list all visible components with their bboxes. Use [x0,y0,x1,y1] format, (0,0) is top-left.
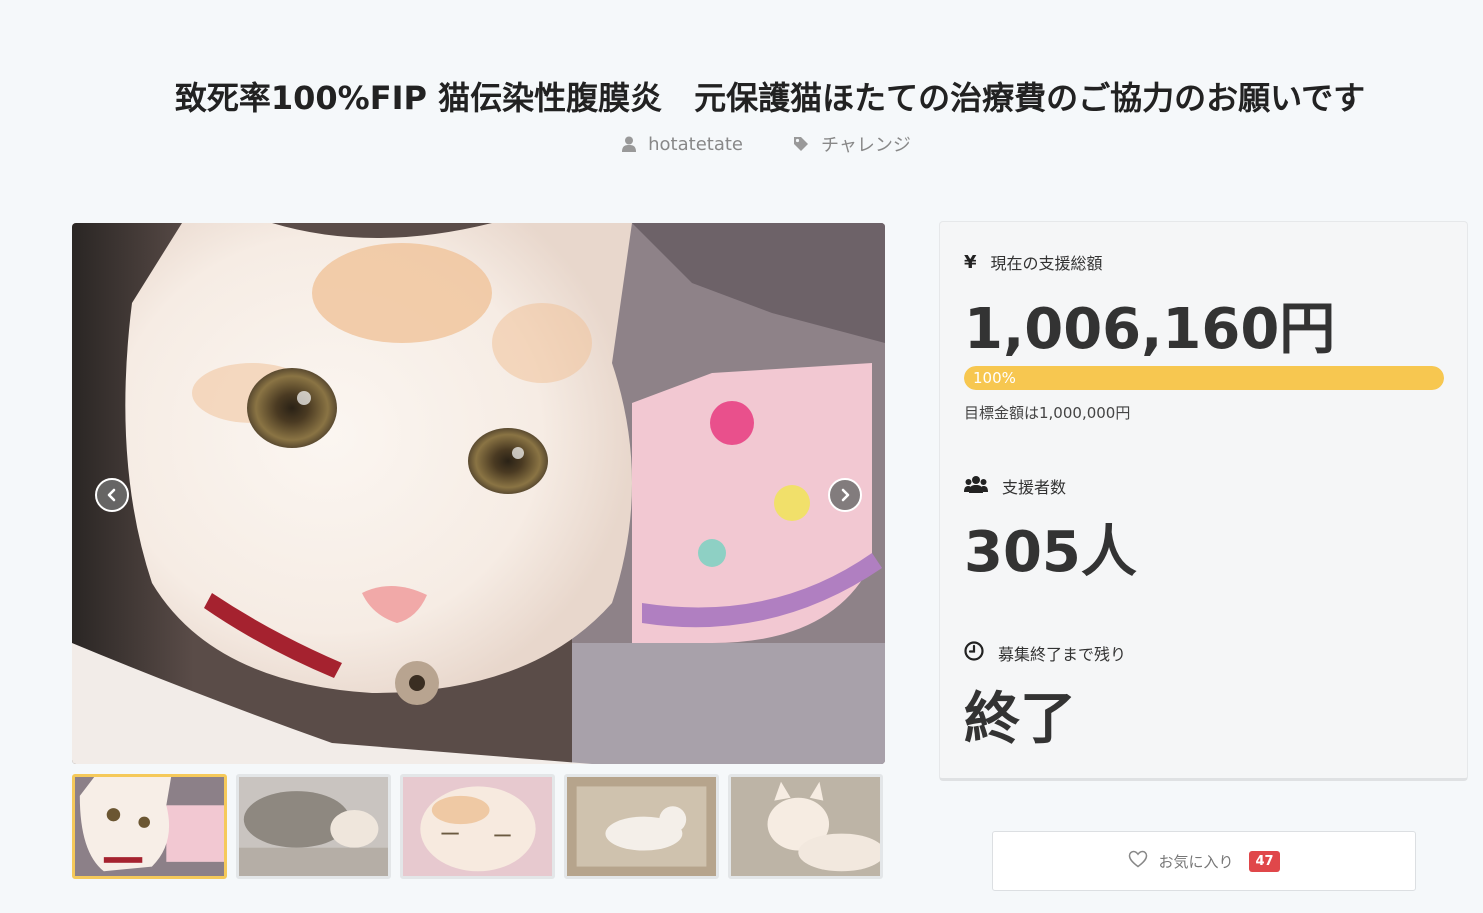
page-title: 致死率100%FIP 猫伝染性腹膜炎 元保護猫ほたての治療費のご協力のお願いです [174,79,1366,118]
main-photo[interactable] [72,223,885,764]
amount-label: 現在の支援総額 [990,254,1103,273]
thumbnail-1[interactable] [72,774,227,879]
category-name[interactable]: チャレンジ [821,131,911,157]
user-icon [622,136,637,152]
author-name[interactable]: hotatetate [648,134,743,155]
funding-stats-panel: ¥ 現在の支援総額 1,006,160円 100% 目標金額は1,000,000… [939,221,1468,781]
amount-label-row: ¥ 現在の支援総額 [964,250,1103,274]
next-image-button[interactable] [828,478,862,512]
thumbnail-4[interactable] [564,774,719,879]
thumbnail-image [75,777,224,876]
progress-bar: 100% [964,366,1444,390]
deadline-value: 終了 [964,687,1076,752]
progress-fill: 100% [964,366,1444,390]
thumbnail-image [403,777,552,876]
supporters-label: 支援者数 [1002,478,1067,497]
project-meta: hotatetate チャレンジ [0,131,1483,157]
thumbnail-image [567,777,716,876]
cat-photo [72,223,885,764]
users-icon [964,475,988,497]
tag-icon [793,136,809,152]
supporters-label-row: 支援者数 [964,474,1066,498]
chevron-right-icon [841,488,850,502]
thumbnail-2[interactable] [236,774,391,879]
clock-icon [964,641,984,665]
project-page: 致死率100%FIP 猫伝染性腹膜炎 元保護猫ほたての治療費のご協力のお願いです… [0,0,1483,913]
favorite-count-badge: 47 [1249,850,1280,872]
amount-value: 1,006,160円 [964,297,1336,362]
favorite-label: お気に入り [1158,852,1234,871]
chevron-left-icon [107,488,116,502]
thumbnail-3[interactable] [400,774,555,879]
yen-icon: ¥ [964,251,977,273]
heart-icon [1128,850,1148,872]
thumbnail-strip [72,774,883,879]
thumbnail-image [239,777,388,876]
goal-text: 目標金額は1,000,000円 [964,404,1131,422]
category-meta[interactable]: チャレンジ [793,131,911,157]
author-meta[interactable]: hotatetate [622,131,743,157]
thumbnail-5[interactable] [728,774,883,879]
deadline-label: 募集終了まで残り [998,645,1127,664]
thumbnail-image [731,777,880,876]
prev-image-button[interactable] [95,478,129,512]
deadline-label-row: 募集終了まで残り [964,641,1126,665]
favorite-button[interactable]: お気に入り 47 [992,831,1416,891]
supporters-value: 305人 [964,520,1137,585]
